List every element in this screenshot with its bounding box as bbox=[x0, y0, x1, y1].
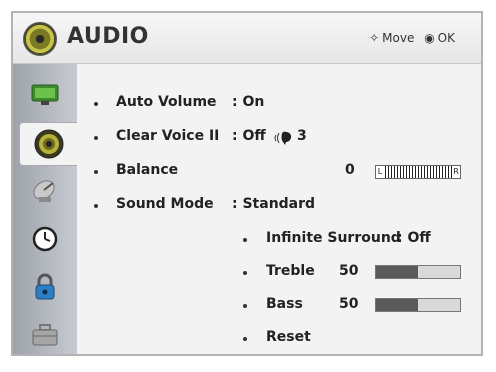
infinite-surround-value: : Off bbox=[397, 230, 431, 246]
tab-option[interactable] bbox=[21, 314, 69, 356]
clear-voice-level: 3 bbox=[297, 128, 307, 144]
tab-audio[interactable] bbox=[19, 122, 78, 166]
menu-header: AUDIO ✧ Move ◉ OK bbox=[13, 13, 481, 64]
sound-mode-value: : Standard bbox=[232, 196, 316, 212]
ok-label: OK bbox=[437, 31, 455, 45]
navigation-hint: ✧ Move ◉ OK bbox=[366, 31, 455, 45]
bullet bbox=[94, 204, 98, 208]
auto-volume-value: : On bbox=[232, 94, 265, 110]
ok-button-icon: ◉ bbox=[424, 31, 435, 45]
sidebar bbox=[13, 64, 78, 356]
bass-label: Bass bbox=[266, 296, 303, 312]
bass-value: 50 bbox=[339, 296, 359, 312]
balance-value: 0 bbox=[345, 162, 355, 178]
auto-volume-label: Auto Volume bbox=[116, 94, 217, 110]
move-label: Move bbox=[382, 31, 415, 45]
treble-slider[interactable] bbox=[375, 265, 461, 279]
satellite-icon bbox=[33, 180, 55, 202]
tab-picture[interactable] bbox=[21, 74, 69, 116]
treble-label: Treble bbox=[266, 263, 315, 279]
treble-slider-fill bbox=[376, 266, 418, 278]
balance-label: Balance bbox=[116, 162, 179, 178]
bass-slider[interactable] bbox=[375, 298, 461, 312]
audio-icon bbox=[34, 129, 64, 159]
sound-mode-label: Sound Mode bbox=[116, 196, 214, 212]
balance-slider[interactable]: L R bbox=[375, 165, 461, 179]
treble-value: 50 bbox=[339, 263, 359, 279]
clear-voice-label: Clear Voice II bbox=[116, 128, 220, 144]
bullet bbox=[94, 170, 98, 174]
reset-label: Reset bbox=[266, 329, 311, 345]
bass-slider-fill bbox=[376, 299, 418, 311]
tab-lock[interactable] bbox=[21, 266, 69, 308]
bullet bbox=[94, 136, 98, 140]
bullet bbox=[94, 102, 98, 106]
clock-icon bbox=[32, 226, 58, 252]
infinite-surround-label: Infinite Surround bbox=[266, 230, 401, 246]
bullet bbox=[243, 238, 247, 242]
audio-settings-panel: Auto Volume : On Clear Voice II : Off 3 … bbox=[77, 64, 481, 354]
balance-right-label: R bbox=[452, 166, 460, 178]
move-arrows-icon: ✧ bbox=[369, 31, 380, 45]
picture-icon bbox=[31, 84, 59, 105]
speaker-icon bbox=[23, 22, 57, 56]
tab-satellite[interactable] bbox=[21, 170, 69, 212]
bullet bbox=[243, 304, 247, 308]
audio-menu-window: AUDIO ✧ Move ◉ OK Auto Volume : On Clear… bbox=[11, 11, 483, 356]
toolbox-icon bbox=[32, 324, 58, 346]
voice-icon bbox=[274, 131, 292, 145]
lock-icon bbox=[35, 273, 55, 300]
tab-time[interactable] bbox=[21, 218, 69, 260]
page-title: AUDIO bbox=[67, 24, 149, 49]
bullet bbox=[243, 271, 247, 275]
clear-voice-value: : Off bbox=[232, 128, 266, 144]
balance-left-label: L bbox=[376, 166, 384, 178]
bullet bbox=[243, 337, 247, 341]
